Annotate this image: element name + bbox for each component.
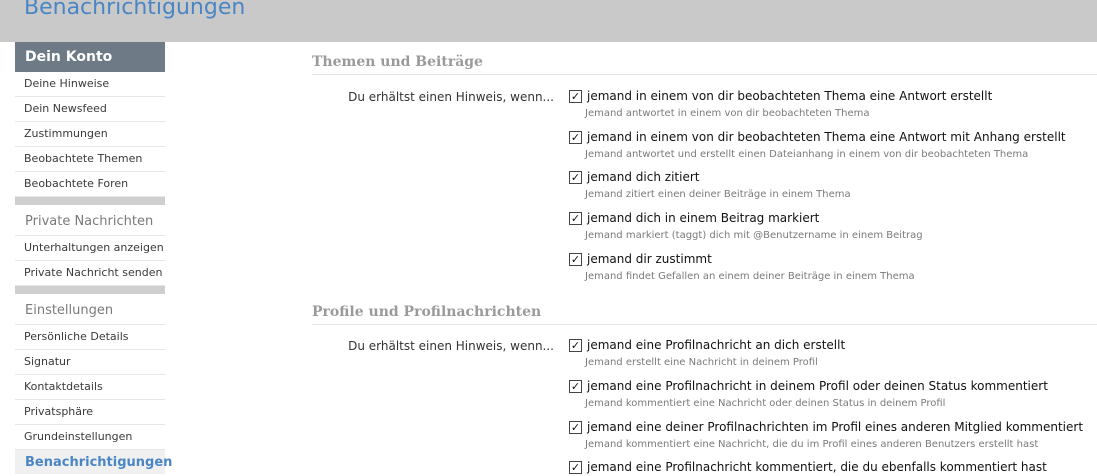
checkbox[interactable]: ✓ [569, 131, 582, 144]
checkbox[interactable]: ✓ [569, 171, 582, 184]
option-hint: Jemand erstellt eine Nachricht in deinem… [585, 357, 818, 368]
option-label: jemand eine Profilnachricht in deinem Pr… [587, 379, 1048, 393]
sidebar-item-grundeinstellungen[interactable]: Grundeinstellungen [15, 425, 165, 450]
sidebar-group-private-nachrichten: Private Nachrichten [15, 205, 165, 236]
sidebar-item-newsfeed[interactable]: Dein Newsfeed [15, 97, 165, 122]
sidebar-item-signatur[interactable]: Signatur [15, 350, 165, 375]
sidebar-item-beobachtete-themen[interactable]: Beobachtete Themen [15, 147, 165, 172]
section-title-profile: Profile und Profilnachrichten [312, 302, 1097, 325]
checkbox[interactable]: ✓ [569, 380, 582, 393]
option-label: jemand dich in einem Beitrag markiert [587, 211, 820, 225]
option-label: jemand eine deiner Profilnachrichten im … [587, 420, 1084, 434]
option-hint: Jemand kommentiert eine Nachricht, die d… [585, 439, 1039, 450]
section-title-themen: Themen und Beiträge [312, 52, 1097, 75]
sidebar-item-privatsphaere[interactable]: Privatsphäre [15, 400, 165, 425]
option-hint: Jemand markiert (taggt) dich mit @Benutz… [585, 230, 923, 241]
option-label: jemand in einem von dir beobachteten The… [587, 89, 993, 103]
option-label: jemand eine Profilnachricht an dich erst… [587, 338, 846, 352]
option-label: jemand dir zustimmt [587, 252, 712, 266]
option-hint: Jemand antwortet und erstellt einen Date… [585, 149, 1029, 160]
sidebar-item-deine-hinweise[interactable]: Deine Hinweise [15, 72, 165, 97]
sidebar-item-kontaktdetails[interactable]: Kontaktdetails [15, 375, 165, 400]
sidebar-group-einstellungen: Einstellungen [15, 294, 165, 325]
top-bar: Benachrichtigungen [0, 0, 1097, 42]
sidebar-item-zustimmungen[interactable]: Zustimmungen [15, 122, 165, 147]
option-hint: Jemand zitiert einen deiner Beiträge in … [585, 189, 851, 200]
sidebar: Dein Konto Deine Hinweise Dein Newsfeed … [15, 42, 172, 474]
sidebar-item-unterhaltungen[interactable]: Unterhaltungen anzeigen [15, 236, 165, 261]
option-hint: Jemand kommentiert eine Nachricht oder d… [585, 398, 946, 409]
section-label-profile: Du erhältst einen Hinweis, wenn... [348, 339, 554, 353]
option-label: jemand eine Profilnachricht kommentiert,… [587, 460, 1047, 474]
checkbox[interactable]: ✓ [569, 461, 582, 474]
sidebar-item-beobachtete-foren[interactable]: Beobachtete Foren [15, 172, 165, 197]
sidebar-divider [15, 197, 165, 205]
sidebar-divider [15, 286, 165, 294]
checkbox[interactable]: ✓ [569, 212, 582, 225]
option-hint: Jemand antwortet in einem von dir beobac… [585, 108, 870, 119]
sidebar-heading[interactable]: Dein Konto [15, 42, 165, 72]
checkbox[interactable]: ✓ [569, 339, 582, 352]
sidebar-item-nachricht-senden[interactable]: Private Nachricht senden [15, 261, 165, 286]
sidebar-item-benachrichtigungen[interactable]: Benachrichtigungen [15, 450, 172, 474]
checkbox[interactable]: ✓ [569, 90, 582, 103]
section-label-themen: Du erhältst einen Hinweis, wenn... [348, 90, 554, 104]
option-label: jemand in einem von dir beobachteten The… [587, 130, 1066, 144]
checkbox[interactable]: ✓ [569, 421, 582, 434]
page-title: Benachrichtigungen [24, 0, 246, 20]
option-label: jemand dich zitiert [587, 170, 700, 184]
checkbox[interactable]: ✓ [569, 253, 582, 266]
sidebar-item-persoenliche-details[interactable]: Persönliche Details [15, 325, 165, 350]
option-hint: Jemand findet Gefallen an einem deiner B… [585, 271, 915, 282]
